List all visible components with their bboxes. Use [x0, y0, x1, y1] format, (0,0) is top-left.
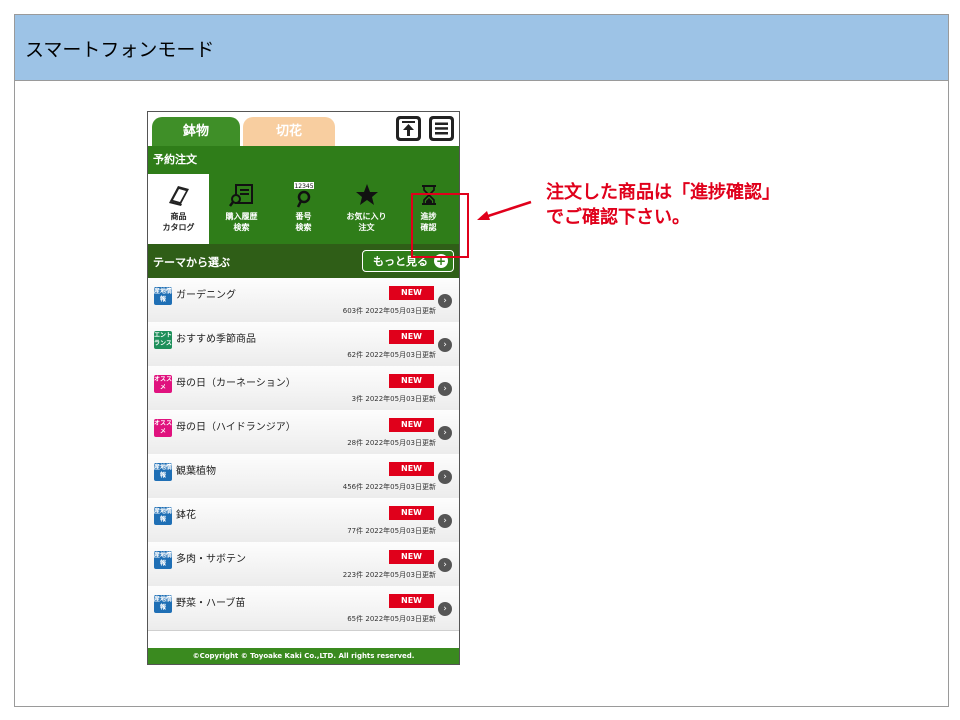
- scroll-top-button[interactable]: [396, 116, 421, 141]
- item-meta: 62件 2022年05月03日更新: [318, 350, 436, 360]
- item-date: 2022年05月03日更新: [365, 571, 436, 579]
- item-count: 65件: [347, 615, 364, 623]
- number-search-icon: 12345: [293, 182, 314, 208]
- theme-list: 産地情報 ガーデニング NEW 603件 2022年05月03日更新 › エントランス おす…: [148, 278, 459, 648]
- nav-label: 検索: [295, 223, 312, 232]
- item-name: 母の日（ハイドランジア）: [176, 422, 296, 433]
- chevron-right-icon[interactable]: ›: [438, 470, 452, 484]
- category-tag-icon: 産地情報: [154, 595, 173, 613]
- item-count: 3件: [351, 395, 364, 403]
- item-date: 2022年05月03日更新: [365, 483, 436, 491]
- nav-number-search[interactable]: 12345 番号 検索: [273, 174, 334, 244]
- item-meta: 3件 2022年05月03日更新: [318, 394, 436, 404]
- menu-icon: [435, 122, 448, 135]
- category-tag-icon: 産地情報: [154, 507, 173, 525]
- new-badge: NEW: [389, 594, 434, 608]
- nav-favorites[interactable]: お気に入り 注文: [336, 174, 397, 244]
- new-badge: NEW: [389, 550, 434, 564]
- chevron-right-icon[interactable]: ›: [438, 294, 452, 308]
- category-tag-icon: エントランス: [154, 331, 173, 349]
- item-count: 62件: [347, 351, 364, 359]
- item-count: 28件: [347, 439, 364, 447]
- copyright-footer: ©Copyright © Toyoake Kaki Co.,LTD. All r…: [148, 648, 459, 664]
- category-tag-icon: 産地情報: [154, 463, 173, 481]
- history-search-icon: [228, 184, 253, 207]
- item-meta: 65件 2022年05月03日更新: [318, 614, 436, 624]
- theme-label: テーマから選ぶ: [153, 256, 230, 269]
- list-item[interactable]: 産地情報 ガーデニング NEW 603件 2022年05月03日更新 ›: [148, 278, 459, 323]
- item-date: 2022年05月03日更新: [365, 527, 436, 535]
- item-date: 2022年05月03日更新: [365, 307, 436, 315]
- item-meta: 456件 2022年05月03日更新: [318, 482, 436, 492]
- new-badge: NEW: [389, 286, 434, 300]
- nav-label: カタログ: [162, 223, 195, 232]
- category-tag-icon: 産地情報: [154, 551, 173, 569]
- list-item[interactable]: 産地情報 野菜・ハーブ苗 NEW 65件 2022年05月03日更新 ›: [148, 586, 459, 631]
- slide-title: スマートフォンモード: [25, 39, 215, 61]
- nav-label: お気に入り: [346, 212, 387, 221]
- item-count: 223件: [342, 571, 364, 579]
- item-date: 2022年05月03日更新: [365, 615, 436, 623]
- nav-catalog[interactable]: 商品 カタログ: [148, 174, 209, 244]
- new-badge: NEW: [389, 330, 434, 344]
- list-item[interactable]: オススメ 母の日（カーネーション） NEW 3件 2022年05月03日更新 ›: [148, 366, 459, 411]
- progress-highlight-box: [411, 193, 469, 258]
- item-date: 2022年05月03日更新: [365, 351, 436, 359]
- new-badge: NEW: [389, 506, 434, 520]
- item-date: 2022年05月03日更新: [365, 439, 436, 447]
- section-title: 予約注文: [148, 146, 459, 174]
- nav-history-search[interactable]: 購入履歴 検索: [211, 174, 272, 244]
- arrow-up-bar-icon: [402, 121, 415, 136]
- tab-potted[interactable]: 鉢物: [152, 117, 240, 146]
- list-item[interactable]: 産地情報 多肉・サボテン NEW 223件 2022年05月03日更新 ›: [148, 542, 459, 587]
- item-name: 鉢花: [176, 510, 196, 521]
- tab-cut-flowers[interactable]: 切花: [243, 117, 335, 146]
- chevron-right-icon[interactable]: ›: [438, 426, 452, 440]
- nav-label: 検索: [233, 223, 250, 232]
- callout-text: 注文した商品は「進捗確認」 でご確認下さい。: [546, 180, 780, 230]
- item-count: 456件: [342, 483, 364, 491]
- list-item[interactable]: 産地情報 鉢花 NEW 77件 2022年05月03日更新 ›: [148, 498, 459, 543]
- nav-label: 注文: [358, 223, 375, 232]
- new-badge: NEW: [389, 462, 434, 476]
- nav-label: 購入履歴: [225, 212, 258, 221]
- item-meta: 77件 2022年05月03日更新: [318, 526, 436, 536]
- chevron-right-icon[interactable]: ›: [438, 514, 452, 528]
- list-item[interactable]: エントランス おすすめ季節商品 NEW 62件 2022年05月03日更新 ›: [148, 322, 459, 367]
- item-name: 母の日（カーネーション）: [176, 378, 296, 389]
- item-name: 観葉植物: [176, 466, 216, 477]
- item-meta: 28件 2022年05月03日更新: [318, 438, 436, 448]
- item-date: 2022年05月03日更新: [365, 395, 436, 403]
- category-tabs: 鉢物 切花: [148, 112, 459, 146]
- catalog-icon: [168, 186, 189, 206]
- item-count: 77件: [347, 527, 364, 535]
- item-meta: 223件 2022年05月03日更新: [318, 570, 436, 580]
- category-tag-icon: オススメ: [154, 419, 173, 437]
- menu-button[interactable]: [429, 116, 454, 141]
- list-item[interactable]: 産地情報 観葉植物 NEW 456件 2022年05月03日更新 ›: [148, 454, 459, 499]
- new-badge: NEW: [389, 418, 434, 432]
- number-icon-text: 12345: [294, 183, 313, 190]
- chevron-right-icon[interactable]: ›: [438, 602, 452, 616]
- nav-label: 番号: [295, 212, 312, 221]
- item-name: おすすめ季節商品: [176, 334, 256, 345]
- nav-label: 商品: [170, 212, 187, 221]
- category-tag-icon: 産地情報: [154, 287, 173, 305]
- callout-line-2: でご確認下さい。: [546, 207, 690, 228]
- item-count: 603件: [342, 307, 364, 315]
- slide-header: スマートフォンモード: [15, 15, 948, 81]
- chevron-right-icon[interactable]: ›: [438, 338, 452, 352]
- list-item[interactable]: オススメ 母の日（ハイドランジア） NEW 28件 2022年05月03日更新 ›: [148, 410, 459, 455]
- chevron-right-icon[interactable]: ›: [438, 558, 452, 572]
- item-name: ガーデニング: [176, 290, 236, 301]
- callout-line-1: 注文した商品は「進捗確認」: [546, 182, 780, 203]
- item-name: 多肉・サボテン: [176, 554, 246, 565]
- new-badge: NEW: [389, 374, 434, 388]
- category-tag-icon: オススメ: [154, 375, 173, 393]
- chevron-right-icon[interactable]: ›: [438, 382, 452, 396]
- item-name: 野菜・ハーブ苗: [176, 598, 246, 609]
- star-icon: [355, 184, 378, 205]
- callout-arrow-icon: [477, 200, 532, 220]
- item-meta: 603件 2022年05月03日更新: [318, 306, 436, 316]
